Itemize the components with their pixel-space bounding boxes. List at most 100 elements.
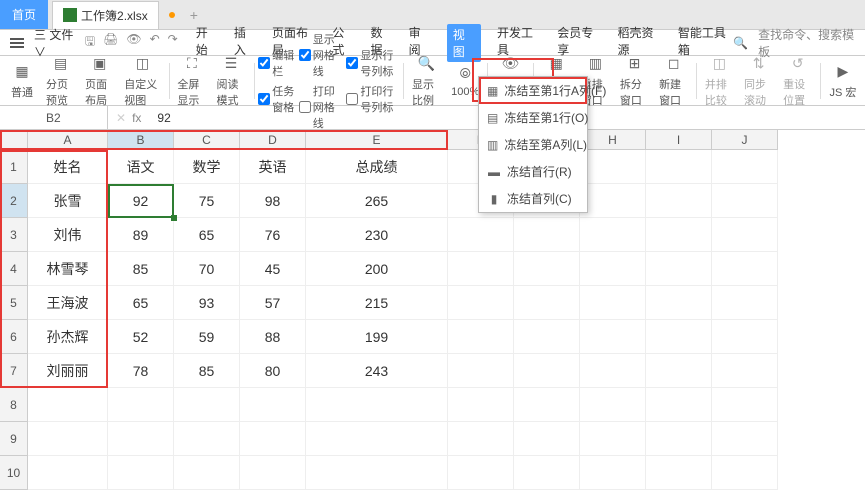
- cell[interactable]: 265: [306, 184, 448, 218]
- cell[interactable]: 200: [306, 252, 448, 286]
- row-header[interactable]: 3: [0, 218, 28, 252]
- cell[interactable]: [108, 456, 174, 490]
- freeze-to-row1-colA[interactable]: ▦冻结至第1行A列(F): [479, 77, 587, 104]
- cell[interactable]: [580, 252, 646, 286]
- freeze-first-row[interactable]: ▬冻结首行(R): [479, 158, 587, 185]
- cell[interactable]: 85: [108, 252, 174, 286]
- cell[interactable]: [306, 456, 448, 490]
- cell[interactable]: 姓名: [28, 150, 108, 184]
- cell[interactable]: [580, 286, 646, 320]
- cell[interactable]: [514, 320, 580, 354]
- cell[interactable]: 刘丽丽: [28, 354, 108, 388]
- cell[interactable]: 孙杰辉: [28, 320, 108, 354]
- js-macro[interactable]: ▶JS 宏: [825, 60, 861, 102]
- cell[interactable]: 英语: [240, 150, 306, 184]
- row-header[interactable]: 10: [0, 456, 28, 490]
- cell[interactable]: [646, 422, 712, 456]
- new-window[interactable]: ◻新建窗口: [655, 52, 692, 110]
- cell[interactable]: 59: [174, 320, 240, 354]
- cell[interactable]: [580, 388, 646, 422]
- cell[interactable]: 80: [240, 354, 306, 388]
- cell[interactable]: 215: [306, 286, 448, 320]
- cell[interactable]: [646, 320, 712, 354]
- cell[interactable]: 45: [240, 252, 306, 286]
- col-header[interactable]: J: [712, 130, 778, 150]
- cell[interactable]: [448, 252, 514, 286]
- freeze-to-row1[interactable]: ▤冻结至第1行(O): [479, 104, 587, 131]
- save-icon[interactable]: 🖫: [85, 32, 95, 53]
- file-tab[interactable]: 工作簿2.xlsx: [52, 1, 159, 29]
- col-header[interactable]: D: [240, 130, 306, 150]
- row-header[interactable]: 8: [0, 388, 28, 422]
- formula-input[interactable]: 92: [149, 111, 170, 125]
- cell[interactable]: 98: [240, 184, 306, 218]
- cell[interactable]: [306, 388, 448, 422]
- select-all-corner[interactable]: [0, 130, 28, 150]
- cell[interactable]: [28, 456, 108, 490]
- col-header[interactable]: C: [174, 130, 240, 150]
- chk-printheadings[interactable]: 打印行号列标: [346, 83, 399, 115]
- cell[interactable]: 52: [108, 320, 174, 354]
- freeze-first-col[interactable]: ▮冻结首列(C): [479, 185, 587, 212]
- cell[interactable]: 刘伟: [28, 218, 108, 252]
- cell[interactable]: 92: [108, 184, 174, 218]
- col-header[interactable]: B: [108, 130, 174, 150]
- cell[interactable]: [448, 286, 514, 320]
- cell[interactable]: [712, 184, 778, 218]
- col-header[interactable]: H: [580, 130, 646, 150]
- cell[interactable]: [514, 218, 580, 252]
- chk-editbar[interactable]: 编辑栏: [258, 47, 296, 79]
- zoom[interactable]: 🔍显示比例: [408, 52, 445, 110]
- cell[interactable]: [174, 422, 240, 456]
- cell[interactable]: [514, 456, 580, 490]
- row-header[interactable]: 4: [0, 252, 28, 286]
- cell[interactable]: 93: [174, 286, 240, 320]
- cell[interactable]: [712, 422, 778, 456]
- cell[interactable]: [448, 422, 514, 456]
- undo-icon[interactable]: ↶: [150, 32, 160, 53]
- compare-side[interactable]: ◫并排比较: [701, 52, 738, 110]
- cell[interactable]: [646, 150, 712, 184]
- cell[interactable]: [514, 286, 580, 320]
- cell[interactable]: [514, 252, 580, 286]
- view-custom[interactable]: ◫自定义视图: [120, 52, 164, 110]
- row-header[interactable]: 5: [0, 286, 28, 320]
- freeze-to-colA[interactable]: ▥冻结至第A列(L): [479, 131, 587, 158]
- cancel-icon[interactable]: ✕: [116, 111, 126, 125]
- cell[interactable]: 总成绩: [306, 150, 448, 184]
- cell[interactable]: 57: [240, 286, 306, 320]
- cell[interactable]: [28, 388, 108, 422]
- chk-showgrid[interactable]: 显示网格线: [299, 31, 345, 79]
- chk-taskpane[interactable]: 任务窗格: [258, 83, 296, 115]
- cell[interactable]: 数学: [174, 150, 240, 184]
- split-window[interactable]: ⊞拆分窗口: [616, 52, 653, 110]
- row-header[interactable]: 1: [0, 150, 28, 184]
- cell[interactable]: [580, 184, 646, 218]
- file-menu-button[interactable]: [6, 34, 28, 52]
- cell[interactable]: [580, 320, 646, 354]
- row-header[interactable]: 9: [0, 422, 28, 456]
- fx-icon[interactable]: fx: [132, 111, 141, 125]
- reading-mode[interactable]: ☰阅读模式: [213, 52, 250, 110]
- cell[interactable]: [28, 422, 108, 456]
- cell[interactable]: [448, 456, 514, 490]
- view-pagelayout[interactable]: ▣页面布局: [81, 52, 118, 110]
- reset-pos[interactable]: ↺重设位置: [779, 52, 816, 110]
- cell[interactable]: [448, 320, 514, 354]
- cell[interactable]: 78: [108, 354, 174, 388]
- cell[interactable]: [514, 354, 580, 388]
- col-header[interactable]: A: [28, 130, 108, 150]
- col-header[interactable]: I: [646, 130, 712, 150]
- cell[interactable]: 76: [240, 218, 306, 252]
- cell[interactable]: 65: [108, 286, 174, 320]
- cell[interactable]: [712, 354, 778, 388]
- cell[interactable]: [712, 286, 778, 320]
- cell[interactable]: 230: [306, 218, 448, 252]
- cell[interactable]: [514, 422, 580, 456]
- cell[interactable]: 88: [240, 320, 306, 354]
- row-header[interactable]: 2: [0, 184, 28, 218]
- cell[interactable]: 张雪: [28, 184, 108, 218]
- cell[interactable]: [580, 456, 646, 490]
- cell[interactable]: [306, 422, 448, 456]
- cell[interactable]: 243: [306, 354, 448, 388]
